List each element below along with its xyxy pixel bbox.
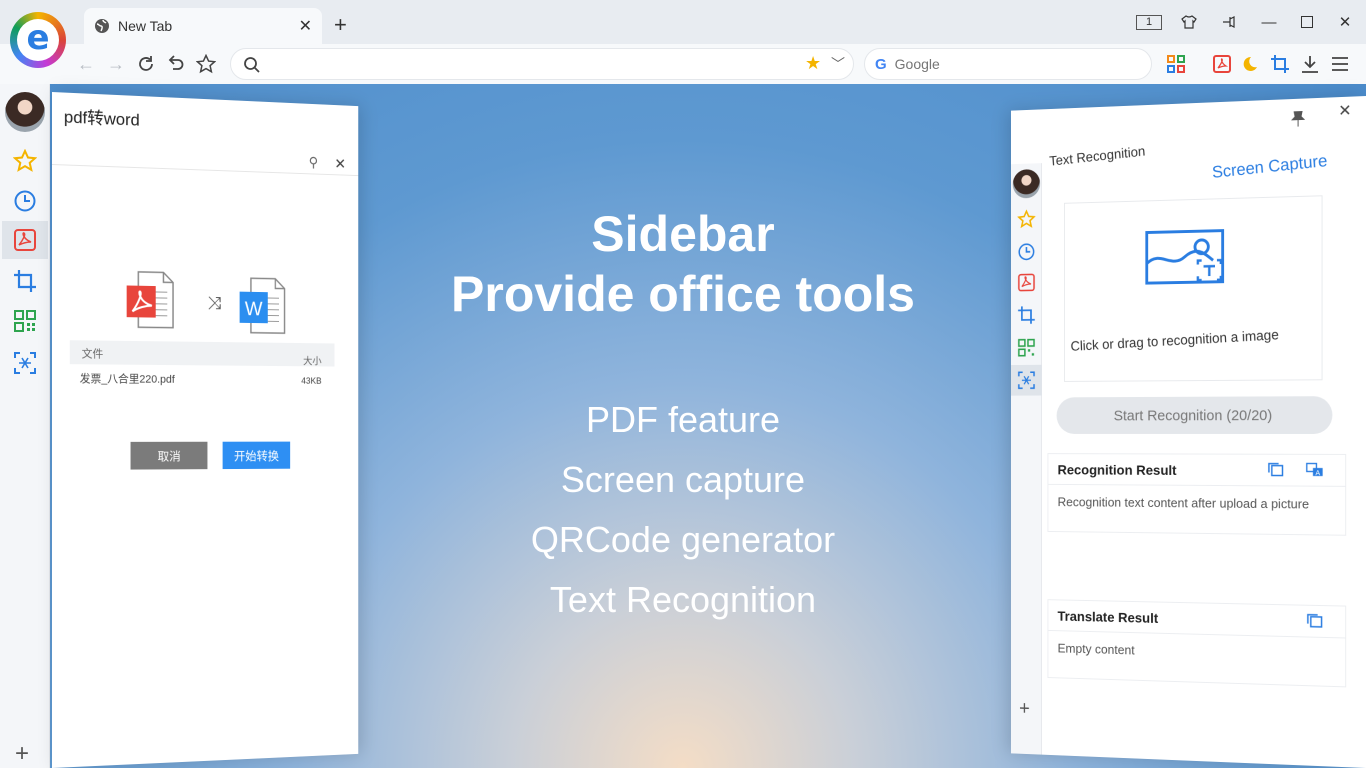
pdf-tool-icon[interactable] — [1212, 54, 1232, 74]
back-button[interactable]: ← — [74, 52, 98, 76]
file-name: 发票_八合里220.pdf — [79, 373, 175, 386]
google-g-icon: G — [875, 55, 887, 73]
browser-tab[interactable]: New Tab ✕ — [84, 8, 322, 44]
panel-title: pdf转word — [63, 107, 140, 130]
sidebar-pdf-icon[interactable] — [1016, 271, 1038, 294]
file-table-header: 文件 大小 — [69, 340, 335, 368]
sidebar-add-button[interactable]: + — [15, 740, 29, 768]
sidebar-crop-icon[interactable] — [1016, 303, 1038, 326]
promo-headline: Sidebar Provide office tools — [380, 204, 986, 324]
crop-screenshot-icon[interactable] — [1270, 54, 1290, 74]
image-text-icon — [1145, 225, 1230, 289]
tab-close-icon[interactable]: ✕ — [299, 16, 312, 36]
close-icon[interactable]: ✕ — [334, 155, 346, 173]
conversion-illustration: ⤨ W — [126, 270, 298, 336]
new-tab-button[interactable]: + — [334, 12, 347, 38]
address-bar[interactable]: ★ ﹀ — [230, 48, 854, 80]
apps-grid-icon[interactable] — [1166, 54, 1186, 74]
undo-close-button[interactable] — [164, 52, 188, 76]
word-file-icon: W — [239, 276, 287, 335]
recognition-result-title: Recognition Result — [1057, 461, 1177, 478]
column-file: 文件 — [81, 348, 104, 361]
pin-icon[interactable]: ⚲ — [309, 154, 318, 171]
sidebar-favorites-icon[interactable] — [10, 146, 40, 176]
sidebar-text-recognition-icon[interactable] — [10, 348, 40, 378]
favorites-star-button[interactable] — [194, 52, 218, 76]
headline-line-2: Provide office tools — [451, 266, 915, 322]
menu-icon[interactable] — [1330, 54, 1350, 74]
skin-icon[interactable] — [1174, 10, 1204, 34]
sidebar-qrcode-icon[interactable] — [10, 306, 40, 336]
navigation-toolbar: ← → ★ ﹀ G — [0, 44, 1366, 84]
text-recognition-panel: ✕ + Text Recognition Screen Capture Clic… — [1010, 96, 1366, 768]
cancel-button[interactable]: 取消 — [130, 441, 208, 470]
mini-sidebar-rail: + — [1010, 163, 1042, 755]
chevron-down-icon[interactable]: ﹀ — [831, 54, 845, 74]
maximize-button[interactable] — [1292, 10, 1322, 34]
image-dropzone[interactable]: Click or drag to recognition a image — [1063, 195, 1323, 382]
avatar[interactable] — [1012, 168, 1041, 199]
close-icon[interactable]: ✕ — [1338, 101, 1351, 121]
translate-result-title: Translate Result — [1057, 608, 1159, 626]
start-convert-button[interactable]: 开始转换 — [222, 441, 291, 470]
headline-line-1: Sidebar — [591, 206, 775, 262]
start-recognition-button[interactable]: Start Recognition (20/20) — [1056, 396, 1333, 434]
sidebar-favorites-icon[interactable] — [1016, 207, 1038, 231]
title-bar: New Tab ✕ + 1 — ✕ — [0, 0, 1366, 44]
sidebar-rail: + — [0, 84, 50, 768]
copy-icon[interactable] — [1267, 462, 1284, 478]
feature-item: Screen capture — [560, 459, 806, 500]
globe-icon — [95, 19, 109, 33]
download-icon[interactable] — [1300, 54, 1320, 74]
sidebar-qrcode-icon[interactable] — [1016, 336, 1038, 359]
sidebar-text-recognition-icon[interactable] — [1010, 364, 1042, 396]
minimize-button[interactable]: — — [1254, 10, 1284, 34]
avatar[interactable] — [5, 92, 45, 132]
search-input[interactable] — [894, 56, 1125, 72]
dropzone-text: Click or drag to recognition a image — [1070, 326, 1280, 354]
pdf-to-word-panel: pdf转word ⚲ ✕ ⤨ W 文件 大小 发票_八合里220.pdf 43K… — [52, 92, 359, 768]
screen-capture-link[interactable]: Screen Capture — [1211, 151, 1327, 183]
table-row[interactable]: 发票_八合里220.pdf 43KB — [70, 366, 335, 389]
translate-icon[interactable]: A — [1306, 462, 1324, 478]
file-size: 43KB — [301, 375, 322, 386]
panel-title: Text Recognition — [1048, 142, 1146, 169]
bookmark-star-icon[interactable]: ★ — [805, 53, 821, 74]
copy-icon[interactable] — [1306, 613, 1324, 629]
feature-item: PDF feature — [585, 399, 781, 440]
svg-text:W: W — [245, 298, 263, 320]
pin-window-icon[interactable] — [1214, 10, 1244, 34]
feature-list: PDF feature Screen capture QRCode genera… — [380, 390, 986, 630]
sidebar-history-icon[interactable] — [10, 186, 40, 216]
sidebar-add-button[interactable]: + — [1019, 698, 1030, 720]
night-mode-icon[interactable] — [1240, 54, 1260, 74]
feature-item: Text Recognition — [549, 579, 817, 620]
convert-arrows-icon: ⤨ — [207, 292, 222, 313]
recognition-result-box: Recognition Result A Recognition text co… — [1047, 453, 1347, 536]
tab-counter: 1 — [1136, 14, 1162, 30]
logo-letter-icon: e — [26, 18, 50, 58]
feature-item: QRCode generator — [530, 519, 836, 560]
pin-icon[interactable] — [1291, 110, 1305, 129]
sidebar-pdf-icon[interactable] — [2, 221, 48, 259]
result-header: Recognition Result A — [1048, 454, 1346, 487]
sidebar-history-icon[interactable] — [1016, 240, 1038, 264]
search-engine-box[interactable]: G — [864, 48, 1152, 80]
browser-logo[interactable]: e — [10, 12, 66, 68]
close-window-button[interactable]: ✕ — [1330, 10, 1360, 34]
translate-result-box: Translate Result Empty content — [1047, 599, 1347, 688]
search-icon — [244, 57, 260, 73]
svg-text:A: A — [1315, 470, 1320, 477]
forward-button[interactable]: → — [104, 52, 128, 76]
tab-title: New Tab — [118, 18, 173, 34]
recognition-result-text: Recognition text content after upload a … — [1057, 494, 1310, 512]
tab-counter-button[interactable]: 1 — [1134, 10, 1164, 34]
column-size: 大小 — [303, 356, 322, 368]
sidebar-crop-icon[interactable] — [10, 266, 40, 296]
reload-button[interactable] — [134, 52, 158, 76]
pdf-file-icon — [126, 270, 175, 330]
